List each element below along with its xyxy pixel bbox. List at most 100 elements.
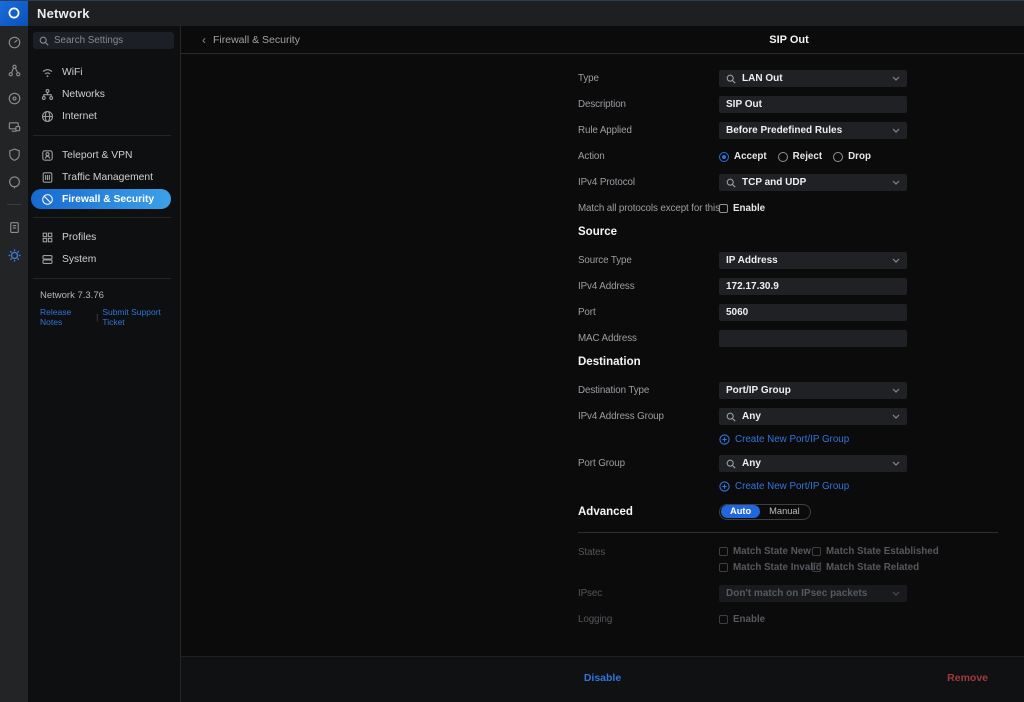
panel-footer: Disable Remove — [181, 656, 1024, 702]
insights-icon[interactable] — [6, 146, 22, 162]
version-text: Network 7.3.76 — [40, 290, 180, 301]
sidebar-item-profiles[interactable]: Profiles — [28, 226, 180, 248]
dashboard-icon[interactable] — [6, 34, 22, 50]
ipv4-protocol-select[interactable]: TCP and UDP — [719, 174, 907, 191]
create-port-ip-group-link[interactable]: Create New Port/IP Group — [719, 433, 1024, 446]
match-state-invalid-checkbox[interactable] — [719, 563, 728, 572]
match-state-new-label: Match State New — [733, 546, 811, 557]
settings-sidebar: Search Settings WiFi Networks Internet T… — [28, 26, 181, 702]
app-rail — [0, 26, 28, 702]
destination-type-row: Destination Type Port/IP Group — [578, 382, 1024, 399]
source-type-select[interactable]: IP Address — [719, 252, 907, 269]
top-bar: Network — [0, 0, 1024, 26]
radio-accept-label: Accept — [734, 151, 767, 162]
unifi-logo-icon — [7, 6, 21, 20]
state-invalid-item: Match State Invalid — [719, 562, 812, 573]
action-label: Action — [578, 151, 719, 162]
states-checkbox-group: Match State New Match State Established … — [719, 546, 939, 573]
ipv4-address-group-select[interactable]: Any — [719, 408, 907, 425]
sidebar-divider — [33, 217, 171, 218]
create-port-ip-group-link[interactable]: Create New Port/IP Group — [719, 480, 1024, 493]
source-ipv4-input[interactable] — [719, 278, 907, 295]
ipv4-address-group-value: Any — [742, 411, 761, 422]
type-select[interactable]: LAN Out — [719, 70, 907, 87]
sidebar-footer-links: Release Notes | Submit Support Ticket — [40, 307, 180, 327]
support-ticket-link[interactable]: Submit Support Ticket — [102, 307, 180, 327]
type-label: Type — [578, 73, 719, 84]
unifi-logo[interactable] — [0, 0, 28, 26]
teleport-vpn-icon — [41, 149, 54, 162]
match-state-related-checkbox[interactable] — [812, 563, 821, 572]
mac-address-input[interactable] — [719, 330, 907, 347]
ipsec-value: Don't match on IPsec packets — [726, 588, 867, 599]
ipv4-protocol-row: IPv4 Protocol TCP and UDP — [578, 174, 1024, 191]
logging-enable-checkbox[interactable] — [719, 615, 728, 624]
state-new-item: Match State New — [719, 546, 812, 557]
chevron-left-icon: ‹ — [202, 35, 206, 45]
match-all-checkbox[interactable] — [719, 204, 728, 213]
sidebar-divider — [33, 135, 171, 136]
rule-applied-row: Rule Applied Before Predefined Rules — [578, 122, 1024, 139]
logging-row: Logging Enable — [578, 611, 1024, 628]
main-panel: ‹ Firewall & Security SIP Out Type LAN O… — [181, 26, 1024, 702]
app-title: Network — [37, 6, 90, 21]
sidebar-item-label: Traffic Management — [62, 172, 153, 183]
client-devices-icon[interactable] — [6, 118, 22, 134]
toggle-auto[interactable]: Auto — [721, 505, 760, 518]
window-accent-line — [0, 0, 1024, 1]
states-row: States Match State New Match State Estab… — [578, 546, 1024, 573]
sidebar-item-teleport-vpn[interactable]: Teleport & VPN — [28, 144, 180, 166]
sidebar-item-label: Internet — [62, 111, 97, 122]
radio-accept[interactable] — [719, 152, 729, 162]
sidebar-item-label: Firewall & Security — [62, 194, 154, 205]
disable-button[interactable]: Disable — [584, 672, 621, 684]
source-port-input[interactable] — [719, 304, 907, 321]
match-state-established-checkbox[interactable] — [812, 547, 821, 556]
type-row: Type LAN Out — [578, 70, 1024, 87]
sidebar-item-wifi[interactable]: WiFi — [28, 61, 180, 83]
sidebar-item-traffic-management[interactable]: Traffic Management — [28, 166, 180, 188]
radio-reject[interactable] — [778, 152, 788, 162]
ipsec-row: IPsec Don't match on IPsec packets — [578, 585, 1024, 602]
toggle-manual[interactable]: Manual — [760, 505, 809, 518]
description-input[interactable] — [719, 96, 907, 113]
remove-button[interactable]: Remove — [947, 672, 988, 684]
match-state-new-checkbox[interactable] — [719, 547, 728, 556]
ipsec-select[interactable]: Don't match on IPsec packets — [719, 585, 907, 602]
source-section-heading: Source — [578, 226, 1024, 240]
ipv4-address-group-row: IPv4 Address Group Any — [578, 408, 1024, 425]
destination-type-select[interactable]: Port/IP Group — [719, 382, 907, 399]
search-icon — [726, 74, 736, 84]
sidebar-item-networks[interactable]: Networks — [28, 83, 180, 105]
description-label: Description — [578, 99, 719, 110]
advanced-divider — [578, 532, 998, 533]
search-icon — [726, 412, 736, 422]
chevron-down-icon — [892, 180, 900, 185]
system-log-icon[interactable] — [6, 219, 22, 235]
circle-plus-icon — [719, 481, 730, 492]
breadcrumb[interactable]: ‹ Firewall & Security — [202, 34, 300, 46]
advanced-row: Advanced Auto Manual — [578, 503, 1024, 520]
sidebar-item-system[interactable]: System — [28, 248, 180, 270]
topology-icon[interactable] — [6, 62, 22, 78]
search-settings-input[interactable]: Search Settings — [33, 32, 174, 49]
rule-applied-select[interactable]: Before Predefined Rules — [719, 122, 907, 139]
sidebar-item-internet[interactable]: Internet — [28, 105, 180, 127]
radio-drop-label: Drop — [848, 151, 871, 162]
port-group-select[interactable]: Any — [719, 455, 907, 472]
chevron-down-icon — [892, 128, 900, 133]
sidebar-item-label: Networks — [62, 89, 105, 100]
breadcrumb-label: Firewall & Security — [213, 34, 300, 46]
radio-drop[interactable] — [833, 152, 843, 162]
mac-address-row: MAC Address — [578, 330, 1024, 347]
ipv4-protocol-value: TCP and UDP — [742, 177, 806, 188]
sidebar-item-label: Teleport & VPN — [62, 150, 132, 161]
rule-applied-label: Rule Applied — [578, 125, 719, 136]
source-ipv4-label: IPv4 Address — [578, 281, 719, 292]
sidebar-item-firewall-security[interactable]: Firewall & Security — [31, 189, 171, 209]
wifiman-icon[interactable] — [6, 174, 22, 190]
create-link-label: Create New Port/IP Group — [735, 434, 849, 445]
settings-icon[interactable] — [6, 247, 22, 263]
unifi-devices-icon[interactable] — [6, 90, 22, 106]
release-notes-link[interactable]: Release Notes — [40, 307, 92, 327]
